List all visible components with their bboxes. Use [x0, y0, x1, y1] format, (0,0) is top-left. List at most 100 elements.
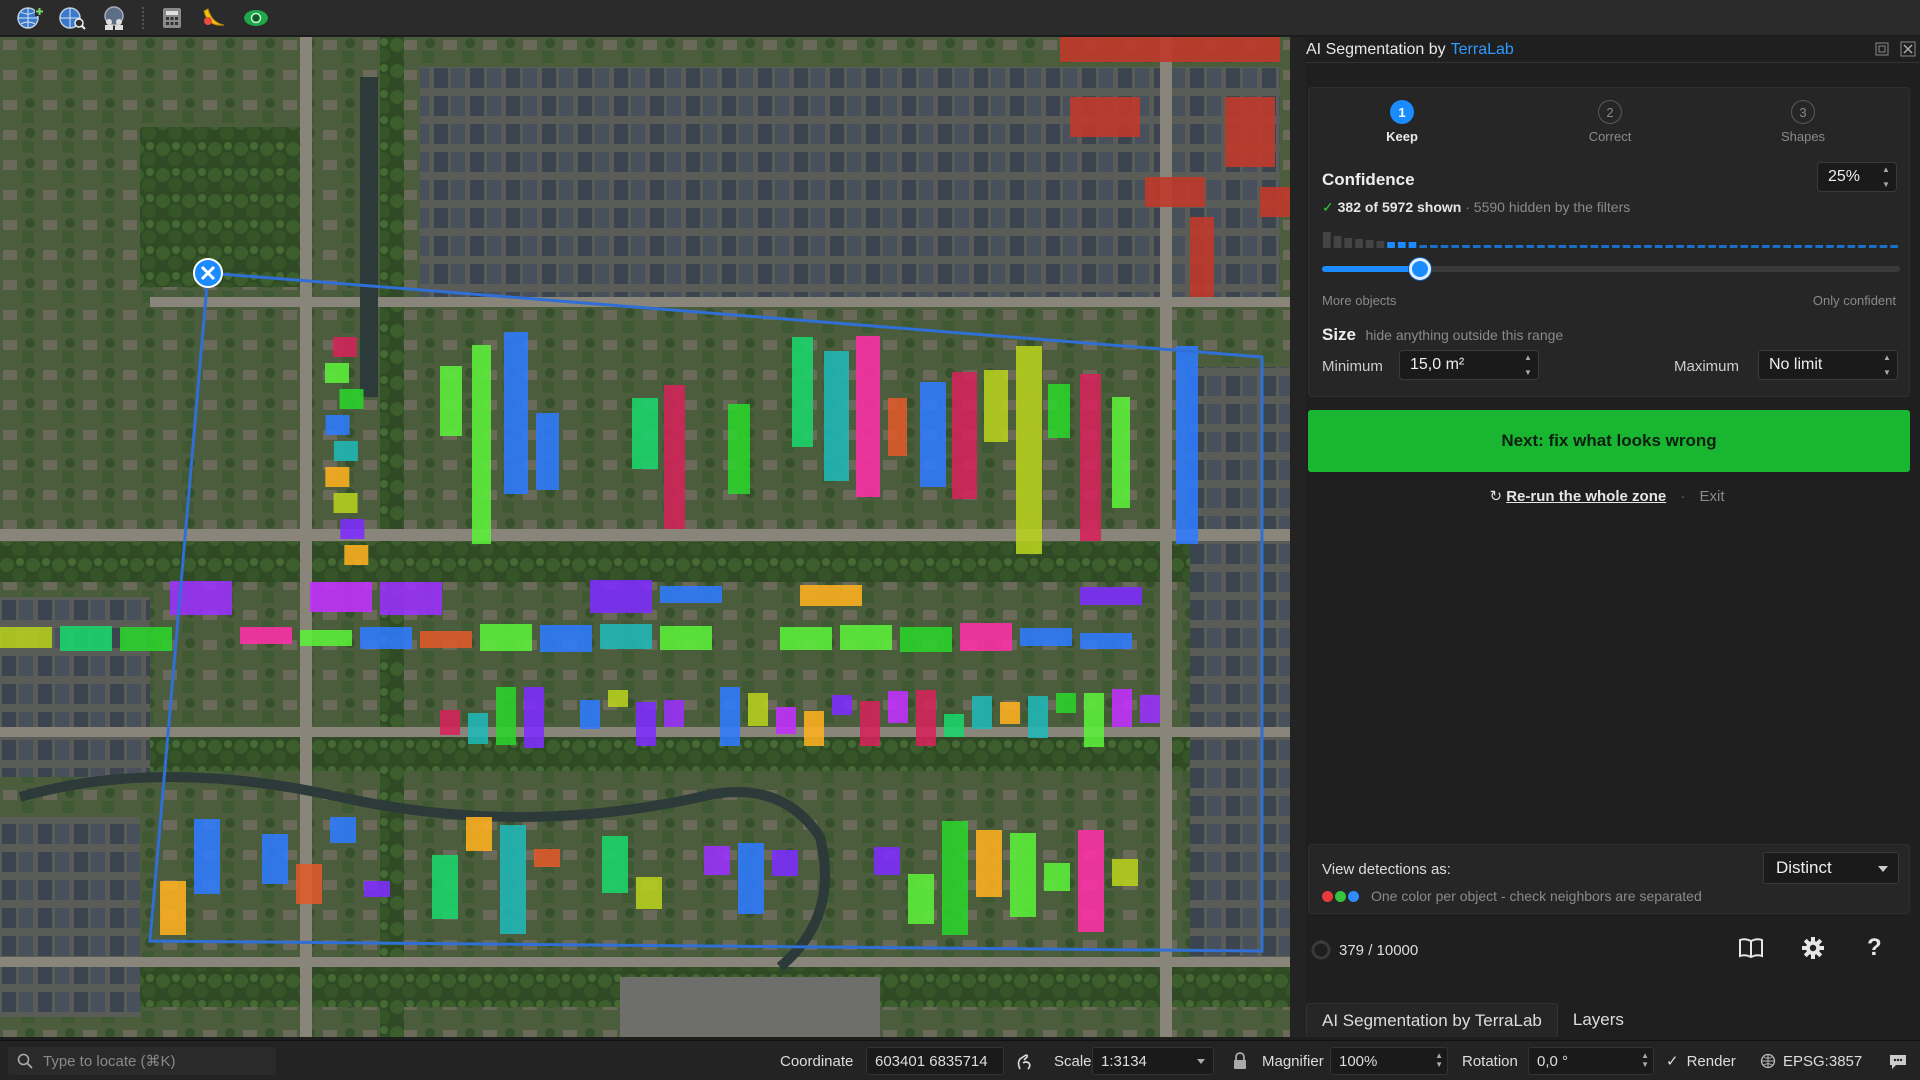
zone-close-icon[interactable] — [193, 258, 223, 288]
minimum-size-input[interactable]: 15,0 m² ▲ ▼ — [1399, 350, 1539, 380]
minimum-label: Minimum — [1322, 358, 1383, 375]
histogram-bar — [1419, 245, 1427, 248]
render-label: Render — [1686, 1052, 1736, 1070]
search-icon — [17, 1053, 33, 1069]
histogram-bar — [1397, 242, 1406, 248]
spin-down-icon[interactable]: ▼ — [1883, 368, 1891, 377]
messages-icon[interactable] — [1888, 1041, 1908, 1080]
detection-polygon — [500, 825, 526, 934]
spin-up-icon[interactable]: ▲ — [1883, 353, 1891, 362]
maximum-size-input[interactable]: No limit ▲ ▼ — [1758, 350, 1898, 380]
histogram-bar — [1472, 245, 1481, 248]
confidence-spinbox[interactable]: 25% ▲ ▼ — [1817, 162, 1897, 192]
check-icon: ✓ — [1322, 199, 1334, 215]
spin-down-icon[interactable]: ▼ — [1882, 180, 1890, 189]
gear-icon[interactable] — [1801, 936, 1825, 965]
spin-up-icon[interactable]: ▲ — [1882, 165, 1890, 174]
rerun-zone-link[interactable]: Re-run the whole zone — [1506, 488, 1666, 505]
view-mode-hint: One color per object - check neighbors a… — [1371, 888, 1702, 904]
detection-polygon — [360, 627, 412, 649]
detection-polygon — [728, 404, 750, 494]
histogram-bar — [1344, 238, 1353, 248]
map-canvas[interactable] — [0, 37, 1290, 1037]
eye-plugin-icon[interactable] — [240, 4, 272, 32]
rotation-field[interactable]: 0,0 ° ▲ ▼ — [1528, 1041, 1654, 1080]
histogram-bar — [1826, 245, 1834, 248]
spin-up-icon[interactable]: ▲ — [1524, 353, 1532, 362]
satellite-map[interactable] — [0, 37, 1290, 1037]
spin-up-icon[interactable]: ▲ — [1435, 1051, 1443, 1060]
coordinate-field[interactable]: 603401 6835714 — [866, 1041, 1004, 1080]
detection-polygon — [524, 687, 544, 748]
next-fix-button[interactable]: Next: fix what looks wrong — [1308, 410, 1910, 472]
spin-down-icon[interactable]: ▼ — [1435, 1060, 1443, 1069]
panel-title-bar: AI Segmentation by TerraLab — [1306, 37, 1920, 63]
detection-polygon — [984, 370, 1008, 442]
step-keep[interactable]: 1 Keep — [1342, 100, 1462, 144]
tab-layers[interactable]: Layers — [1558, 1003, 1639, 1037]
view-mode-select[interactable]: Distinct — [1763, 852, 1899, 884]
panel-title-brand: TerraLab — [1450, 40, 1514, 58]
detection-polygon — [960, 623, 1012, 651]
close-panel-icon[interactable] — [1900, 41, 1916, 62]
magnifier-field[interactable]: 100% ▲ ▼ — [1330, 1041, 1448, 1080]
confidence-label: Confidence — [1322, 170, 1415, 189]
spin-down-icon[interactable]: ▼ — [1524, 368, 1532, 377]
add-globe-layer-icon[interactable] — [14, 4, 46, 32]
only-confident-label: Only confident — [1812, 293, 1896, 308]
swatch-blue — [1348, 890, 1359, 902]
ai-segmentation-panel: AI Segmentation by TerraLab 1 Keep 2 Cor… — [1306, 37, 1920, 1037]
calculator-icon[interactable] — [156, 4, 188, 32]
panel-splitter[interactable] — [1290, 37, 1306, 1037]
spin-down-icon[interactable]: ▼ — [1641, 1060, 1649, 1069]
step-shapes[interactable]: 3 Shapes — [1743, 100, 1863, 144]
histogram-bar — [1879, 245, 1888, 248]
lock-scale-icon[interactable] — [1232, 1041, 1248, 1080]
histogram-bar — [1505, 245, 1513, 248]
detection-polygon — [804, 711, 824, 746]
maximum-size-value: No limit — [1769, 356, 1823, 373]
people-globe-icon[interactable] — [98, 4, 130, 32]
float-panel-icon[interactable] — [1874, 41, 1890, 62]
histogram-bar — [1751, 245, 1759, 248]
histogram-bar — [1740, 245, 1749, 248]
step-correct[interactable]: 2 Correct — [1550, 100, 1670, 144]
book-icon[interactable] — [1738, 937, 1764, 964]
search-globe-icon[interactable] — [56, 4, 88, 32]
detection-polygon — [1000, 702, 1020, 724]
scale-field[interactable]: 1:3134 — [1092, 1041, 1214, 1080]
detection-polygon — [636, 877, 662, 909]
spin-up-icon[interactable]: ▲ — [1641, 1051, 1649, 1060]
detection-polygon — [1010, 833, 1036, 917]
detection-polygon — [944, 714, 964, 737]
confidence-slider-handle[interactable] — [1409, 258, 1432, 280]
detection-polygon — [380, 582, 442, 615]
toggle-extents-icon[interactable] — [1014, 1041, 1034, 1080]
detection-polygon — [660, 626, 712, 650]
detection-polygon — [1078, 830, 1104, 932]
banana-icon[interactable] — [198, 4, 230, 32]
detection-polygon — [1056, 693, 1076, 713]
render-checkbox[interactable]: ✓ Render — [1666, 1041, 1736, 1080]
help-icon[interactable]: ? — [1867, 934, 1882, 962]
swatch-red — [1322, 890, 1333, 902]
step-indicator: 1 Keep 2 Correct 3 Shapes — [1309, 88, 1911, 158]
detection-polygon — [1176, 346, 1198, 544]
detection-polygon — [333, 493, 358, 513]
histogram-bar — [1590, 245, 1599, 248]
locate-field[interactable]: Type to locate (⌘K) — [8, 1041, 276, 1080]
confidence-slider-track[interactable] — [1322, 258, 1900, 280]
exit-link[interactable]: Exit — [1700, 488, 1725, 505]
detection-polygon — [780, 627, 832, 650]
detection-polygon — [330, 817, 356, 843]
size-hint: hide anything outside this range — [1365, 327, 1564, 343]
detection-polygon — [1020, 628, 1072, 646]
main-toolbar — [0, 0, 1920, 36]
crs-button[interactable]: EPSG:3857 — [1760, 1041, 1862, 1080]
detection-polygon — [738, 843, 764, 914]
detection-polygon — [776, 707, 796, 734]
detection-polygon — [534, 849, 560, 867]
crs-value: EPSG:3857 — [1783, 1052, 1863, 1070]
hidden-count: · 5590 hidden by the filters — [1465, 199, 1631, 215]
tab-ai-segmentation[interactable]: AI Segmentation by TerraLab — [1306, 1003, 1558, 1037]
